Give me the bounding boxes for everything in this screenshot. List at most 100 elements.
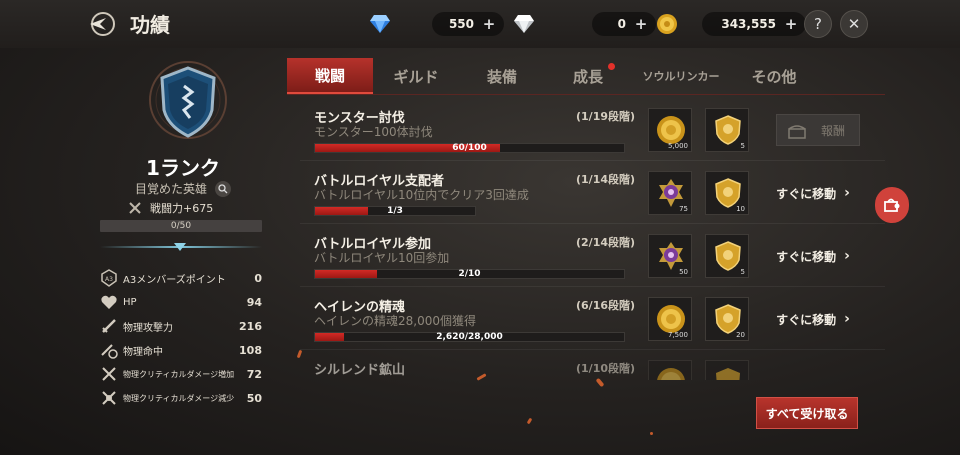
reward-slot[interactable]: 5 <box>705 234 749 278</box>
category-tabs: 戦闘 ギルド 装備 成長 ソウルリンカー その他 <box>287 58 885 94</box>
achievement-list[interactable]: モンスター討伐 (1/19段階) モンスター100体討伐 60/100 5,00… <box>300 98 885 380</box>
chevron-right-icon: › <box>844 311 850 327</box>
achievement-title: シルレンド鉱山 <box>314 363 406 378</box>
close-button[interactable]: ✕ <box>840 10 868 38</box>
currency-blue-gem: 550 + <box>368 12 504 36</box>
rank-label: 1ランク <box>146 156 220 180</box>
add-white-gem-button[interactable]: + <box>632 15 650 33</box>
gold-shield-icon <box>715 241 741 271</box>
currency-white-gem: 0 + <box>512 12 656 36</box>
reward-slot[interactable]: 7,500 <box>648 297 692 341</box>
achievement-row: モンスター討伐 (1/19段階) モンスター100体討伐 60/100 5,00… <box>300 98 885 161</box>
stat-label: 物理クリティカルダメージ増加 <box>123 369 235 379</box>
sword-icon <box>102 319 116 333</box>
stat-value: 50 <box>246 391 262 405</box>
heart-icon <box>101 295 117 309</box>
divider-ornament-icon <box>174 243 186 251</box>
add-gold-button[interactable]: + <box>782 15 800 33</box>
blue-gem-icon <box>370 15 390 33</box>
achievement-stage: (2/14段階) <box>576 236 636 249</box>
chevron-right-icon: › <box>844 185 850 201</box>
tab-other[interactable]: その他 <box>731 58 817 94</box>
stat-row: 物理クリティカルダメージ減少 50 <box>100 386 262 410</box>
reward-slot[interactable] <box>705 360 749 380</box>
achievement-description: バトルロイヤル10回参加 <box>314 251 450 265</box>
achievement-stage: (1/19段階) <box>576 110 636 123</box>
reward-quantity: 20 <box>736 331 745 339</box>
notification-dot <box>608 63 615 70</box>
ember-particle <box>526 417 533 425</box>
stat-row: HP 94 <box>100 290 262 314</box>
stat-label: 物理クリティカルダメージ減少 <box>123 393 235 403</box>
chest-icon <box>788 125 806 139</box>
svg-text:A3: A3 <box>105 276 113 283</box>
combat-power-row: 戦闘力+675 <box>128 200 213 216</box>
gold-shield-icon <box>716 368 740 380</box>
tab-combat[interactable]: 戦闘 <box>287 58 373 94</box>
stat-label: 物理攻撃力 <box>123 322 173 334</box>
screen-title: 功績 <box>130 13 170 37</box>
reward-slot[interactable]: 50 <box>648 234 692 278</box>
receive-all-button[interactable]: すべて受け取る <box>756 397 858 429</box>
tab-growth[interactable]: 成長 <box>545 58 631 94</box>
stat-list: A3 A3メンバーズポイント 0 HP 94 物理攻撃力 216 物理命中 10… <box>100 266 262 410</box>
reward-slot[interactable]: 5 <box>705 108 749 152</box>
crossed-swords-shield-icon <box>102 391 116 405</box>
stat-value: 94 <box>246 295 262 309</box>
side-menu-button[interactable] <box>875 187 909 223</box>
blue-gem-amount: 550 <box>448 17 474 31</box>
stat-row: A3 A3メンバーズポイント 0 <box>100 266 262 290</box>
achievement-description: バトルロイヤル10位内でクリア3回達成 <box>314 188 529 202</box>
progress-text: 1/3 <box>387 206 403 216</box>
white-gem-icon <box>514 15 534 33</box>
reward-quantity: 75 <box>679 205 688 213</box>
reward-slot[interactable]: 10 <box>705 171 749 215</box>
achievement-row: シルレンド鉱山 (1/10段階) <box>300 350 885 380</box>
stat-value: 72 <box>246 367 262 381</box>
achievement-row: バトルロイヤル支配者 (1/14段階) バトルロイヤル10位内でクリア3回達成 … <box>300 161 885 224</box>
reward-slot[interactable]: 5,000 <box>648 108 692 152</box>
back-arrow-icon[interactable] <box>86 10 118 38</box>
tab-guild[interactable]: ギルド <box>373 58 459 94</box>
combat-power: 戦闘力+675 <box>150 202 214 215</box>
reward-quantity: 5,000 <box>667 142 688 150</box>
chevron-right-icon: › <box>844 248 850 264</box>
go-now-button[interactable]: すぐに移動 › <box>768 303 858 335</box>
reward-slot[interactable] <box>648 360 692 380</box>
gold-amount: 343,555 <box>721 17 776 31</box>
achievement-description: モンスター100体討伐 <box>314 125 433 139</box>
rank-progress-bar: 0/50 <box>100 220 262 232</box>
reward-quantity: 5 <box>740 142 745 150</box>
stat-value: 108 <box>239 343 262 357</box>
tab-label: 成長 <box>572 67 603 86</box>
progress-text: 2,620/28,000 <box>436 332 503 342</box>
achievement-stage: (1/14段階) <box>576 173 636 186</box>
achievement-progress-bar: 2/10 <box>314 269 625 279</box>
gold-coin-icon <box>657 14 677 34</box>
claim-label: 報酬 <box>820 123 845 138</box>
progress-text: 60/100 <box>452 143 487 153</box>
add-blue-gem-button[interactable]: + <box>480 15 498 33</box>
stat-row: 物理命中 108 <box>100 338 262 362</box>
help-button[interactable]: ? <box>804 10 832 38</box>
achievement-progress-bar: 1/3 <box>314 206 476 216</box>
claim-reward-button[interactable]: 報酬 <box>776 114 860 146</box>
ember-particle <box>650 432 653 435</box>
stat-label: 物理命中 <box>123 346 163 358</box>
stat-label: A3メンバーズポイント <box>123 274 226 286</box>
gold-coin-icon <box>657 368 685 380</box>
tab-soul-linker[interactable]: ソウルリンカー <box>631 58 731 94</box>
go-now-button[interactable]: すぐに移動 › <box>768 177 858 209</box>
reward-slot[interactable]: 20 <box>705 297 749 341</box>
search-icon[interactable] <box>215 180 231 197</box>
stat-row: 物理攻撃力 216 <box>100 314 262 338</box>
tab-equipment[interactable]: 装備 <box>459 58 545 94</box>
stat-label: HP <box>123 296 137 308</box>
reward-quantity: 7,500 <box>667 331 688 339</box>
profile-panel: 1ランク 目覚めた英雄 戦闘力+675 0/50 A3 A3メンバーズポイント … <box>88 48 278 455</box>
a3-points-icon: A3 <box>101 269 117 287</box>
reward-quantity: 50 <box>679 268 688 276</box>
go-now-button[interactable]: すぐに移動 › <box>768 240 858 272</box>
achievement-stage: (1/10段階) <box>576 362 636 375</box>
reward-slot[interactable]: 75 <box>648 171 692 215</box>
